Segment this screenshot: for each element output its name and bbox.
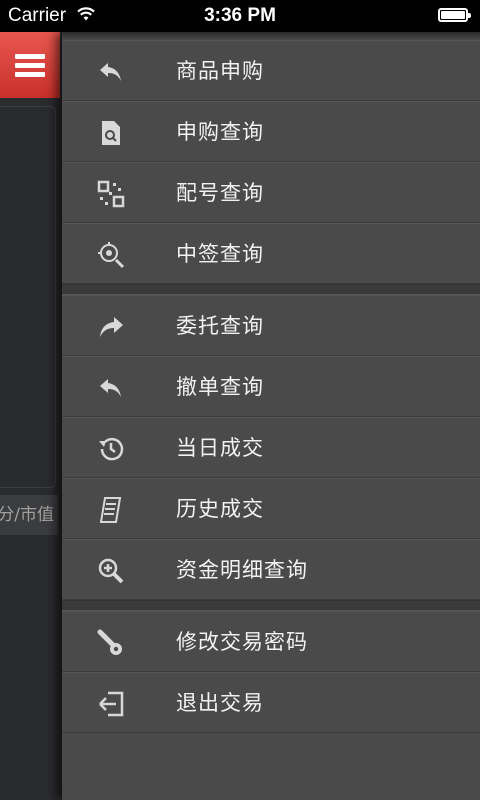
menu-item-label: 申购查询 <box>176 120 264 144</box>
menu-item-label: 配号查询 <box>176 181 264 205</box>
key-icon <box>96 628 126 658</box>
menu-item[interactable]: 申购查询 <box>62 101 480 162</box>
menu-toggle-button[interactable] <box>0 32 60 98</box>
menu-item-label: 撤单查询 <box>176 375 264 399</box>
battery-icon <box>438 8 471 22</box>
receipt-icon <box>96 495 126 525</box>
menu-item[interactable]: 委托查询 <box>62 295 480 356</box>
background-hint-text: 分/市值 <box>0 495 58 535</box>
menu-item-label: 当日成交 <box>176 436 264 460</box>
menu-item[interactable]: 当日成交 <box>62 417 480 478</box>
menu-group-divider <box>62 284 480 295</box>
document-search-icon <box>96 118 126 148</box>
menu-item-label: 修改交易密码 <box>176 630 308 654</box>
menu-item-label: 委托查询 <box>176 314 264 338</box>
background-page: 分/市值 <box>0 32 62 800</box>
side-menu-drawer: 商品申购申购查询配号查询中签查询委托查询撤单查询当日成交历史成交资金明细查询 修改… <box>62 32 480 800</box>
undo-arrow-icon <box>96 373 126 403</box>
exit-door-icon <box>96 689 126 719</box>
menu-item-label: 资金明细查询 <box>176 558 308 582</box>
clock: 3:36 PM <box>204 5 276 26</box>
menu-item[interactable]: 配号查询 <box>62 162 480 223</box>
zoom-in-icon <box>96 556 126 586</box>
menu-group-divider <box>62 600 480 611</box>
menu-item[interactable]: 历史成交 <box>62 478 480 539</box>
menu-item-label: 中签查询 <box>176 242 264 266</box>
reply-arrow-icon <box>96 57 126 87</box>
menu-item-label: 退出交易 <box>176 691 264 715</box>
menu-item[interactable]: 撤单查询 <box>62 356 480 417</box>
menu-item[interactable]: 商品申购 <box>62 40 480 101</box>
menu-item[interactable]: 中签查询 <box>62 223 480 284</box>
background-panel <box>0 106 56 488</box>
menu-list: 商品申购申购查询配号查询中签查询委托查询撤单查询当日成交历史成交资金明细查询 修改… <box>62 40 480 733</box>
qr-code-icon <box>96 179 126 209</box>
menu-item-label: 历史成交 <box>176 497 264 521</box>
menu-item[interactable]: 修改交易密码 <box>62 611 480 672</box>
menu-item[interactable]: 资金明细查询 <box>62 539 480 600</box>
menu-item-label: 商品申购 <box>176 59 264 83</box>
history-clock-icon <box>96 434 126 464</box>
hamburger-menu-icon <box>15 50 45 81</box>
status-bar: Carrier 3:36 PM <box>0 0 480 32</box>
target-search-icon <box>96 240 126 270</box>
forward-arrow-icon <box>96 312 126 342</box>
menu-item[interactable]: 退出交易 <box>62 672 480 733</box>
